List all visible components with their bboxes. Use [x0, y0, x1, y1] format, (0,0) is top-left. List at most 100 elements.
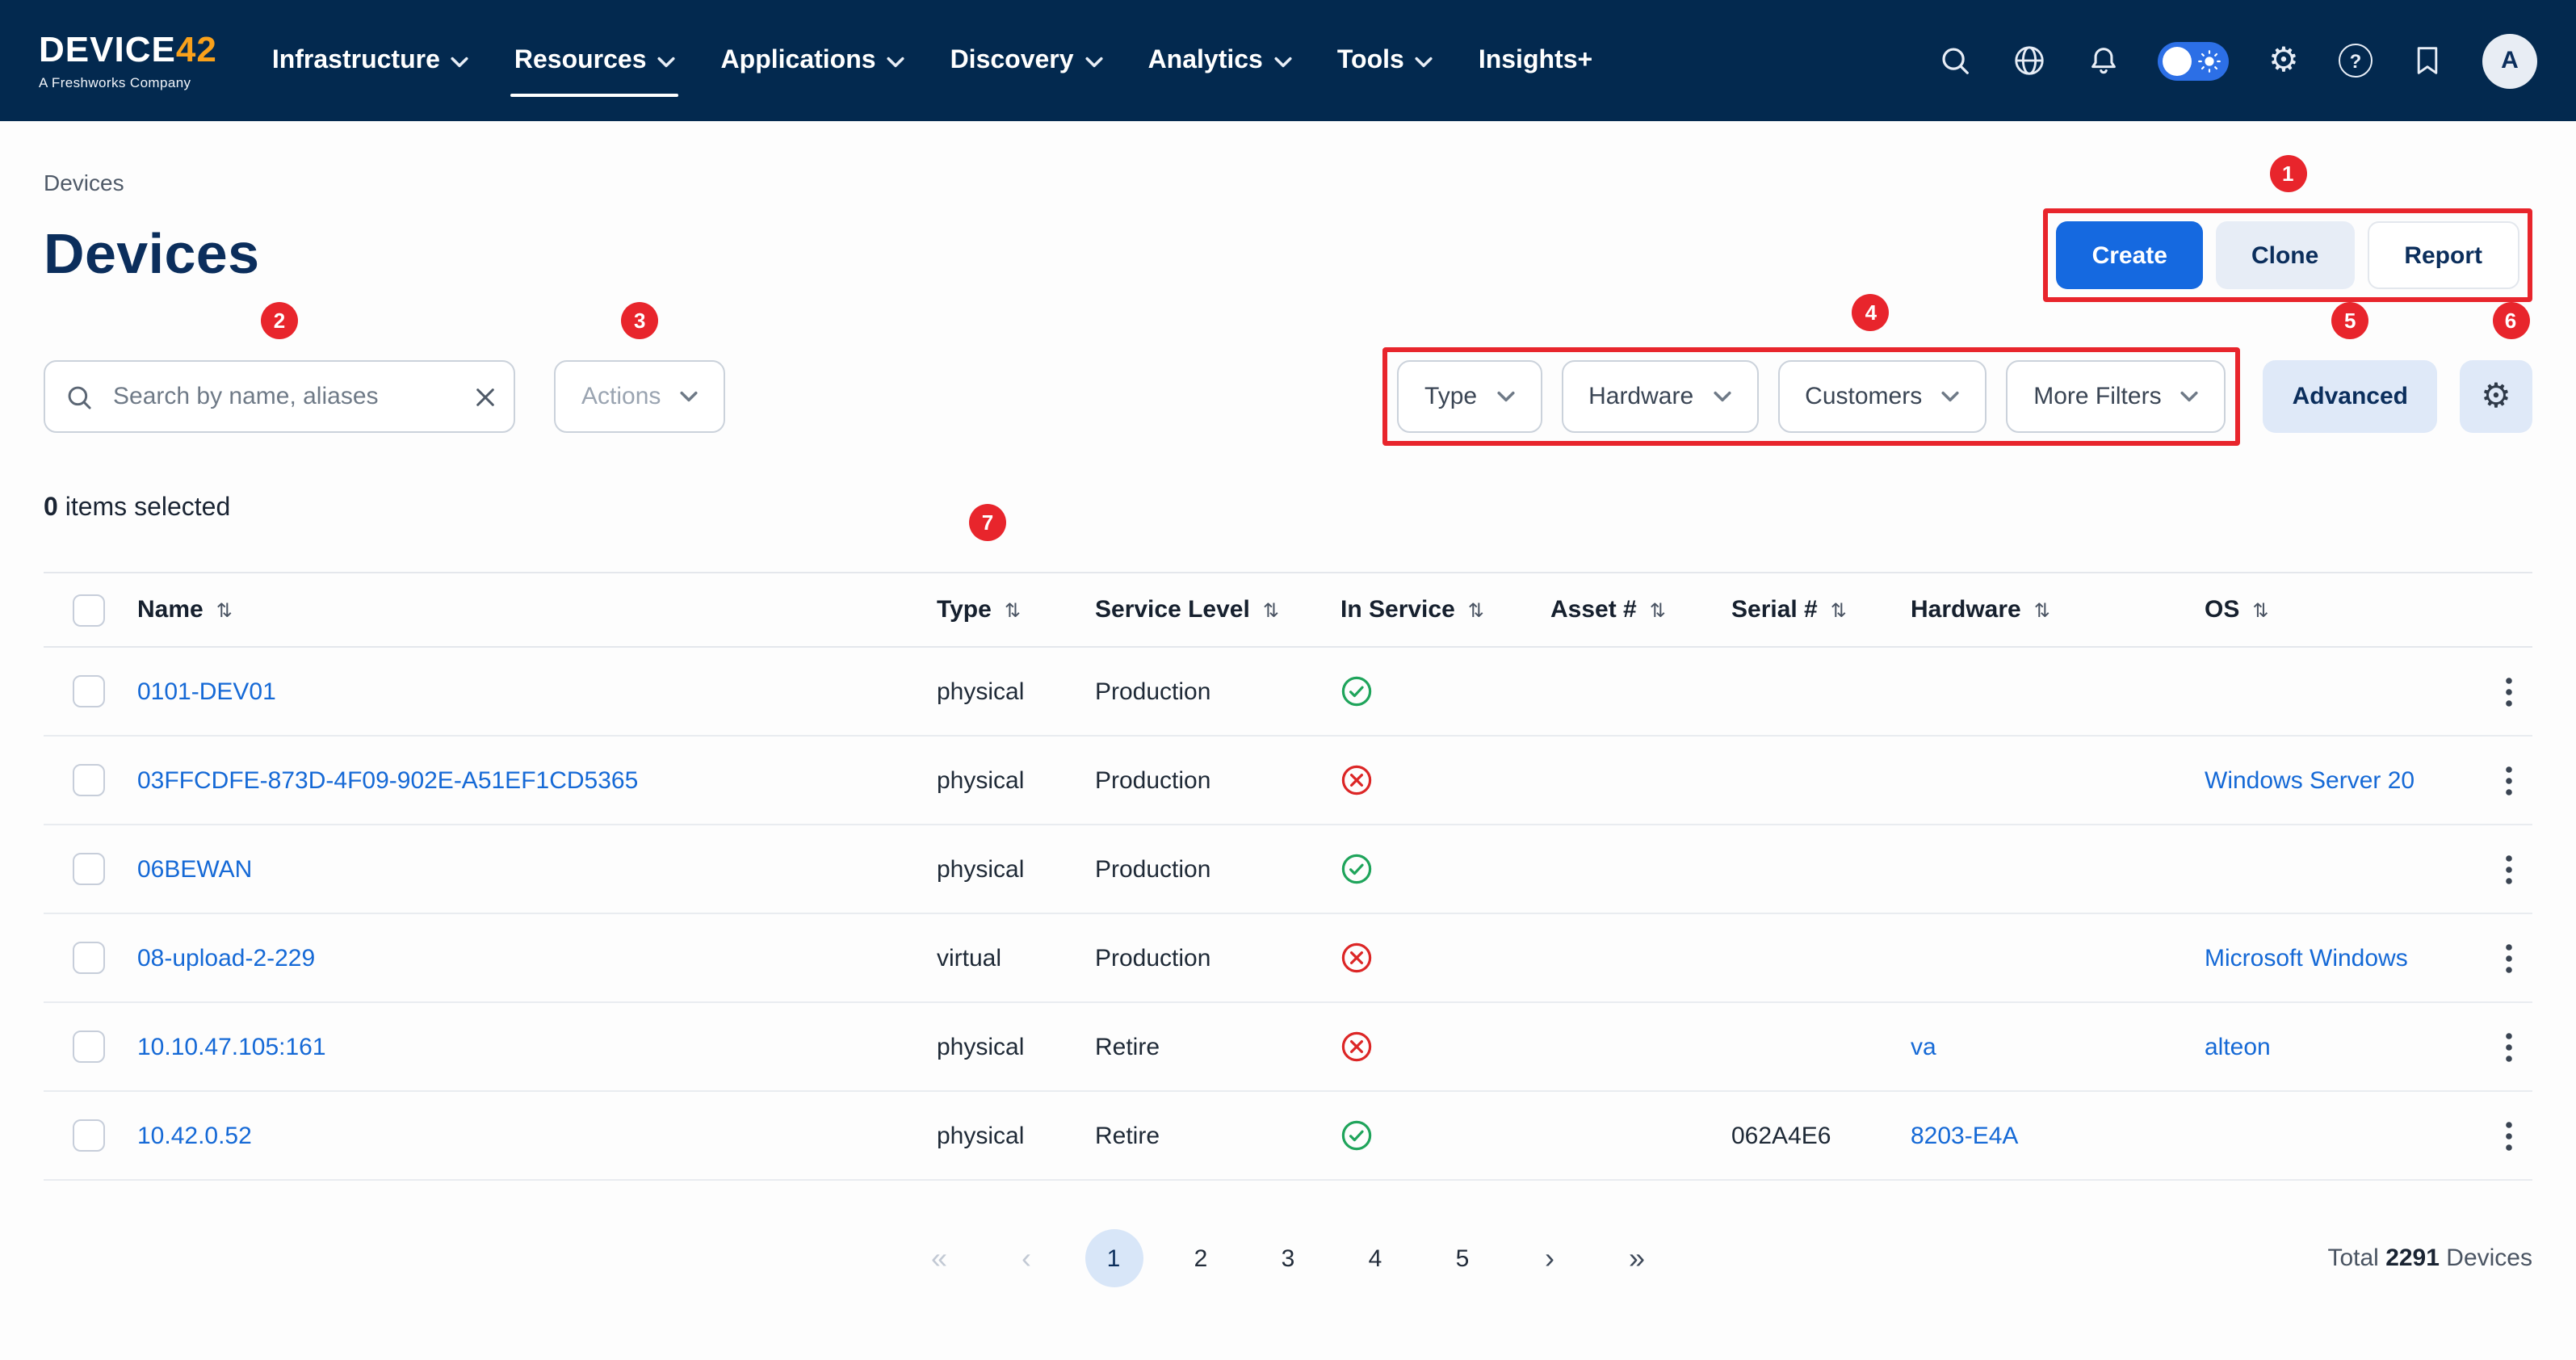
nav-item-label: Analytics — [1148, 46, 1263, 75]
row-menu-button[interactable] — [2498, 936, 2519, 980]
prev-page-button[interactable]: ‹ — [997, 1229, 1055, 1287]
service-level: Retire — [1095, 1033, 1340, 1060]
column-header-asset[interactable]: Asset #⇅ — [1550, 596, 1731, 623]
help-icon[interactable]: ? — [2339, 44, 2373, 78]
clear-search-icon[interactable] — [475, 386, 496, 407]
row-menu-button[interactable] — [2498, 1025, 2519, 1068]
column-label: In Service — [1340, 596, 1455, 623]
device-name-link[interactable]: 0101-DEV01 — [137, 678, 276, 705]
sort-icon[interactable]: ⇅ — [1005, 598, 1021, 621]
device42-logo[interactable]: DEVICE42 A Freshworks Company — [39, 31, 217, 90]
row-menu-button[interactable] — [2498, 670, 2519, 713]
search-icon[interactable] — [1935, 41, 1974, 80]
sort-icon[interactable]: ⇅ — [1263, 598, 1279, 621]
theme-toggle[interactable] — [2158, 41, 2229, 80]
filter-cluster: 4 TypeHardwareCustomersMore Filters 5 Ad… — [1382, 347, 2532, 446]
column-header-os[interactable]: OS⇅ — [2205, 596, 2461, 623]
device-name-link[interactable]: 06BEWAN — [137, 855, 252, 883]
device-name-link[interactable]: 10.10.47.105:161 — [137, 1033, 326, 1060]
sort-icon[interactable]: ⇅ — [1650, 598, 1666, 621]
actions-dropdown-label: Actions — [581, 383, 661, 410]
filter-label: More Filters — [2033, 383, 2161, 410]
row-menu-button[interactable] — [2498, 758, 2519, 802]
page-2-button[interactable]: 2 — [1172, 1229, 1230, 1287]
nav-item-applications[interactable]: Applications — [721, 0, 905, 121]
row-checkbox[interactable] — [73, 942, 105, 974]
globe-icon[interactable] — [2009, 41, 2048, 80]
notifications-bell-icon[interactable] — [2083, 41, 2122, 80]
filter-more-filters[interactable]: More Filters — [2006, 360, 2226, 433]
toggle-knob — [2163, 46, 2192, 75]
column-header-serial[interactable]: Serial #⇅ — [1731, 596, 1911, 623]
actions-dropdown[interactable]: Actions — [554, 360, 725, 433]
hardware-link[interactable]: 8203-E4A — [1911, 1122, 2018, 1149]
user-avatar[interactable]: A — [2482, 33, 2537, 88]
clone-button[interactable]: Clone — [2216, 221, 2354, 289]
nav-item-infrastructure[interactable]: Infrastructure — [272, 0, 469, 121]
advanced-wrap: 5 Advanced — [2263, 360, 2437, 433]
logo-device: DEVICE — [39, 28, 176, 69]
filter-type[interactable]: Type — [1397, 360, 1542, 433]
filter-customers[interactable]: Customers — [1777, 360, 1987, 433]
sort-icon[interactable]: ⇅ — [2034, 598, 2050, 621]
hardware-link[interactable]: va — [1911, 1033, 1936, 1060]
column-header-type[interactable]: Type⇅ — [937, 596, 1095, 623]
in-service-status — [1340, 1119, 1550, 1152]
next-page-button[interactable]: › — [1521, 1229, 1579, 1287]
os-link[interactable]: alteon — [2205, 1033, 2271, 1060]
nav-item-resources[interactable]: Resources — [514, 0, 676, 121]
page-3-button[interactable]: 3 — [1259, 1229, 1317, 1287]
service-level: Production — [1095, 766, 1340, 794]
sort-icon[interactable]: ⇅ — [2252, 598, 2268, 621]
row-checkbox[interactable] — [73, 764, 105, 796]
nav-item-analytics[interactable]: Analytics — [1148, 0, 1292, 121]
column-header-name[interactable]: Name ⇅ — [137, 596, 937, 623]
in-service-yes-icon — [1340, 853, 1373, 885]
device-name-link[interactable]: 03FFCDFE-873D-4F09-902E-A51EF1CD5365 — [137, 766, 638, 794]
search-input[interactable] — [44, 360, 515, 433]
column-label: Name — [137, 596, 203, 623]
row-checkbox[interactable] — [73, 853, 105, 885]
chevron-down-icon — [1416, 57, 1433, 68]
filter-hardware[interactable]: Hardware — [1561, 360, 1758, 433]
gear-icon: ⚙ — [2481, 380, 2511, 413]
sort-icon[interactable]: ⇅ — [1831, 598, 1847, 621]
bookmark-icon[interactable] — [2408, 41, 2447, 80]
row-menu-button[interactable] — [2498, 1114, 2519, 1157]
nav-item-tools[interactable]: Tools — [1337, 0, 1433, 121]
page-4-button[interactable]: 4 — [1346, 1229, 1404, 1287]
last-page-button[interactable]: » — [1608, 1229, 1666, 1287]
row-checkbox[interactable] — [73, 1030, 105, 1063]
nav-item-discovery[interactable]: Discovery — [950, 0, 1103, 121]
page-1-button[interactable]: 1 — [1085, 1229, 1143, 1287]
column-header-hardware[interactable]: Hardware⇅ — [1911, 596, 2205, 623]
row-checkbox[interactable] — [73, 1119, 105, 1152]
create-button[interactable]: Create — [2057, 221, 2203, 289]
device-name-link[interactable]: 10.42.0.52 — [137, 1122, 252, 1149]
nav-item-label: Resources — [514, 46, 647, 75]
search-field: 2 — [44, 360, 515, 433]
table-settings-button[interactable]: ⚙ — [2460, 360, 2532, 433]
advanced-filters-button[interactable]: Advanced — [2263, 360, 2437, 433]
chevron-down-icon — [658, 57, 676, 68]
device-type: physical — [937, 766, 1095, 794]
os-link[interactable]: Windows Server 20 — [2205, 766, 2414, 794]
select-all-checkbox[interactable] — [73, 594, 105, 626]
nav-item-label: Insights+ — [1479, 46, 1592, 75]
column-header-in-service[interactable]: In Service ⇅ — [1340, 596, 1550, 623]
page-5-button[interactable]: 5 — [1433, 1229, 1491, 1287]
sort-icon[interactable]: ⇅ — [216, 598, 233, 621]
sort-icon[interactable]: ⇅ — [1468, 598, 1484, 621]
report-button[interactable]: Report — [2367, 221, 2519, 289]
first-page-button[interactable]: « — [910, 1229, 968, 1287]
device-name-link[interactable]: 08-upload-2-229 — [137, 944, 315, 972]
selection-status: 0 items selected — [44, 494, 2532, 523]
row-menu-button[interactable] — [2498, 847, 2519, 891]
row-checkbox[interactable] — [73, 675, 105, 707]
column-header-service-level[interactable]: Service Level⇅ — [1095, 596, 1340, 623]
os-link[interactable]: Microsoft Windows — [2205, 944, 2408, 972]
breadcrumb[interactable]: Devices — [44, 121, 2532, 195]
settings-gear-icon[interactable]: ⚙ — [2264, 41, 2303, 80]
chevron-down-icon — [2181, 391, 2199, 402]
nav-item-insights[interactable]: Insights+ — [1479, 0, 1592, 121]
